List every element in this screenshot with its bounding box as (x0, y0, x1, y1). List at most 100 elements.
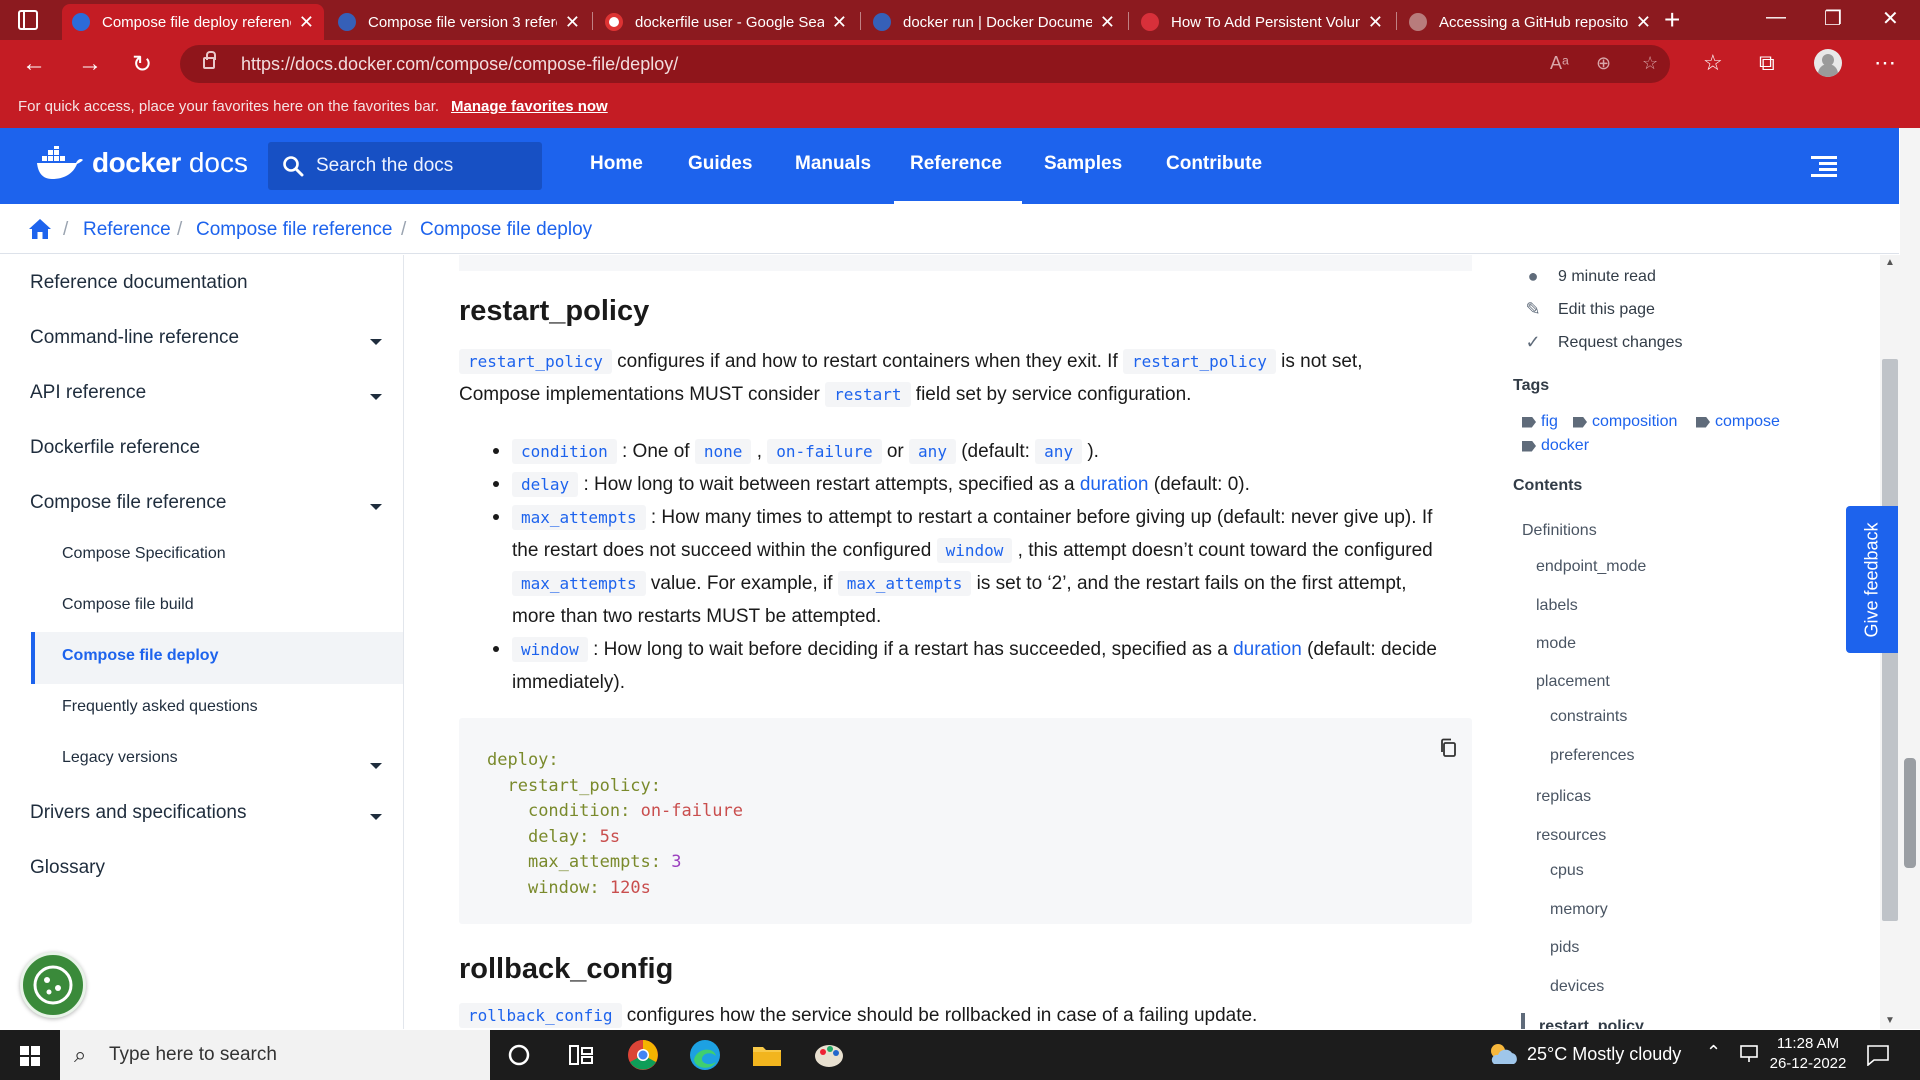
docs-search-input[interactable]: Search the docs (268, 142, 542, 190)
toc-menu-icon[interactable] (1811, 156, 1837, 178)
sidebar-item-reference-documentation[interactable]: Reference documentation (30, 272, 248, 294)
chevron-down-icon[interactable] (370, 394, 382, 400)
nav-home[interactable]: Home (590, 153, 643, 175)
chevron-down-icon[interactable] (370, 504, 382, 510)
breadcrumb-reference[interactable]: Reference (83, 219, 171, 241)
tag-compose[interactable]: compose (1696, 413, 1780, 431)
nav-samples[interactable]: Samples (1044, 153, 1122, 175)
collections-icon[interactable]: ⧉ (1759, 50, 1775, 76)
copy-icon[interactable] (1439, 738, 1457, 758)
edit-page-link[interactable]: ✎ Edit this page (1523, 299, 1655, 320)
windows-start-icon[interactable] (20, 1046, 40, 1066)
toc-preferences[interactable]: preferences (1550, 747, 1635, 765)
cookie-settings-button[interactable] (20, 952, 86, 1018)
tag-composition[interactable]: composition (1573, 413, 1677, 431)
file-explorer-icon[interactable] (750, 1038, 784, 1072)
page-scroll-thumb[interactable] (1904, 758, 1916, 868)
toc-definitions[interactable]: Definitions (1522, 522, 1597, 540)
sidebar-item-api-reference[interactable]: API reference (30, 382, 146, 404)
sidebar-item-command-line-reference[interactable]: Command-line reference (30, 327, 239, 349)
cortana-icon[interactable] (502, 1038, 536, 1072)
scroll-up-icon[interactable]: ▲ (1885, 257, 1895, 268)
back-icon[interactable]: ← (22, 50, 46, 78)
toc-constraints[interactable]: constraints (1550, 708, 1627, 726)
chevron-down-icon[interactable] (370, 763, 382, 769)
toc-replicas[interactable]: replicas (1536, 788, 1591, 806)
tab-actions-menu-icon[interactable] (18, 10, 38, 30)
home-icon[interactable] (28, 218, 52, 240)
request-changes-text[interactable]: Request changes (1558, 334, 1683, 352)
paint-icon[interactable] (812, 1038, 846, 1072)
tray-chevron-up-icon[interactable]: ⌃ (1706, 1042, 1721, 1063)
favorites-icon[interactable]: ☆ (1703, 50, 1723, 76)
close-tab-icon[interactable]: ✕ (1368, 12, 1383, 33)
tag-docker[interactable]: docker (1522, 437, 1589, 455)
tag-label[interactable]: composition (1592, 413, 1677, 431)
toc-cpus[interactable]: cpus (1550, 862, 1584, 880)
code-example[interactable]: deploy: restart_policy: condition: on-fa… (487, 748, 743, 901)
toc-placement[interactable]: placement (1536, 673, 1610, 691)
read-aloud-icon[interactable]: Aᵃ (1550, 53, 1569, 74)
browser-tab[interactable]: Compose file deploy reference ✕ (62, 4, 324, 40)
chevron-down-icon[interactable] (370, 339, 382, 345)
toc-mode[interactable]: mode (1536, 635, 1576, 653)
give-feedback-button[interactable]: Give feedback (1846, 506, 1898, 653)
close-tab-icon[interactable]: ✕ (299, 12, 314, 33)
toc-devices[interactable]: devices (1550, 978, 1604, 996)
browser-tab[interactable]: Compose file version 3 reference ✕ (328, 4, 590, 40)
nav-reference[interactable]: Reference (894, 153, 1022, 205)
manage-favorites-link[interactable]: Manage favorites now (451, 98, 608, 115)
weather-cloud-icon[interactable] (1486, 1040, 1520, 1068)
edit-page-text[interactable]: Edit this page (1558, 301, 1655, 319)
network-icon[interactable] (1738, 1044, 1760, 1064)
weather-text[interactable]: 25°C Mostly cloudy (1527, 1044, 1681, 1065)
toc-memory[interactable]: memory (1550, 901, 1608, 919)
sidebar-item-compose-specification[interactable]: Compose Specification (62, 545, 226, 563)
request-changes-link[interactable]: ✓ Request changes (1523, 332, 1683, 353)
add-favorite-icon[interactable]: ☆ (1642, 53, 1658, 74)
url-text[interactable]: https://docs.docker.com/compose/compose-… (241, 54, 678, 75)
toc-pids[interactable]: pids (1550, 939, 1579, 957)
sidebar-item-glossary[interactable]: Glossary (30, 857, 105, 879)
scroll-down-icon[interactable]: ▼ (1885, 1015, 1895, 1026)
tag-label[interactable]: compose (1715, 413, 1780, 431)
breadcrumb-compose-file-deploy[interactable]: Compose file deploy (420, 219, 592, 241)
breadcrumb-compose-file-reference[interactable]: Compose file reference (196, 219, 392, 241)
toc-labels[interactable]: labels (1536, 597, 1578, 615)
sidebar-item-faq[interactable]: Frequently asked questions (62, 698, 258, 716)
nav-contribute[interactable]: Contribute (1166, 153, 1262, 175)
sidebar-item-dockerfile-reference[interactable]: Dockerfile reference (30, 437, 200, 459)
zoom-icon[interactable]: ⊕ (1596, 53, 1611, 74)
close-tab-icon[interactable]: ✕ (832, 12, 847, 33)
browser-tab[interactable]: How To Add Persistent Volumes ✕ (1131, 4, 1393, 40)
close-tab-icon[interactable]: ✕ (565, 12, 580, 33)
refresh-icon[interactable]: ↻ (132, 50, 152, 79)
chevron-down-icon[interactable] (370, 814, 382, 820)
toc-restart-policy[interactable]: restart_policy (1539, 1018, 1644, 1029)
new-tab-icon[interactable]: + (1664, 4, 1680, 36)
code-example-block[interactable]: deploy: restart_policy: condition: on-fa… (459, 718, 1472, 924)
nav-guides[interactable]: Guides (688, 153, 752, 175)
close-tab-icon[interactable]: ✕ (1636, 12, 1651, 33)
sidebar-item-compose-file-deploy[interactable]: Compose file deploy (62, 647, 218, 665)
tag-label[interactable]: docker (1541, 437, 1589, 455)
sidebar-item-compose-file-reference[interactable]: Compose file reference (30, 492, 226, 514)
toc-endpoint-mode[interactable]: endpoint_mode (1536, 558, 1646, 576)
browser-tab[interactable]: dockerfile user - Google Search ✕ (595, 4, 857, 40)
sidebar-item-drivers-and-specifications[interactable]: Drivers and specifications (30, 802, 246, 824)
restore-icon[interactable]: ❐ (1824, 6, 1842, 31)
duration-link[interactable]: duration (1080, 474, 1149, 495)
duration-link[interactable]: duration (1233, 639, 1302, 660)
profile-avatar[interactable] (1814, 49, 1842, 77)
browser-tab[interactable]: docker run | Docker Documentation ✕ (863, 4, 1125, 40)
forward-icon[interactable]: → (78, 50, 102, 78)
tag-fig[interactable]: fig (1522, 413, 1558, 431)
sidebar-item-compose-file-build[interactable]: Compose file build (62, 596, 194, 614)
nav-manuals[interactable]: Manuals (795, 153, 871, 175)
notifications-icon[interactable] (1866, 1044, 1890, 1066)
taskbar-search-input[interactable]: ⌕ Type here to search (60, 1030, 490, 1080)
address-bar[interactable]: https://docs.docker.com/compose/compose-… (180, 45, 1670, 83)
close-window-icon[interactable]: ✕ (1882, 6, 1899, 31)
task-view-icon[interactable] (564, 1038, 598, 1072)
close-tab-icon[interactable]: ✕ (1100, 12, 1115, 33)
